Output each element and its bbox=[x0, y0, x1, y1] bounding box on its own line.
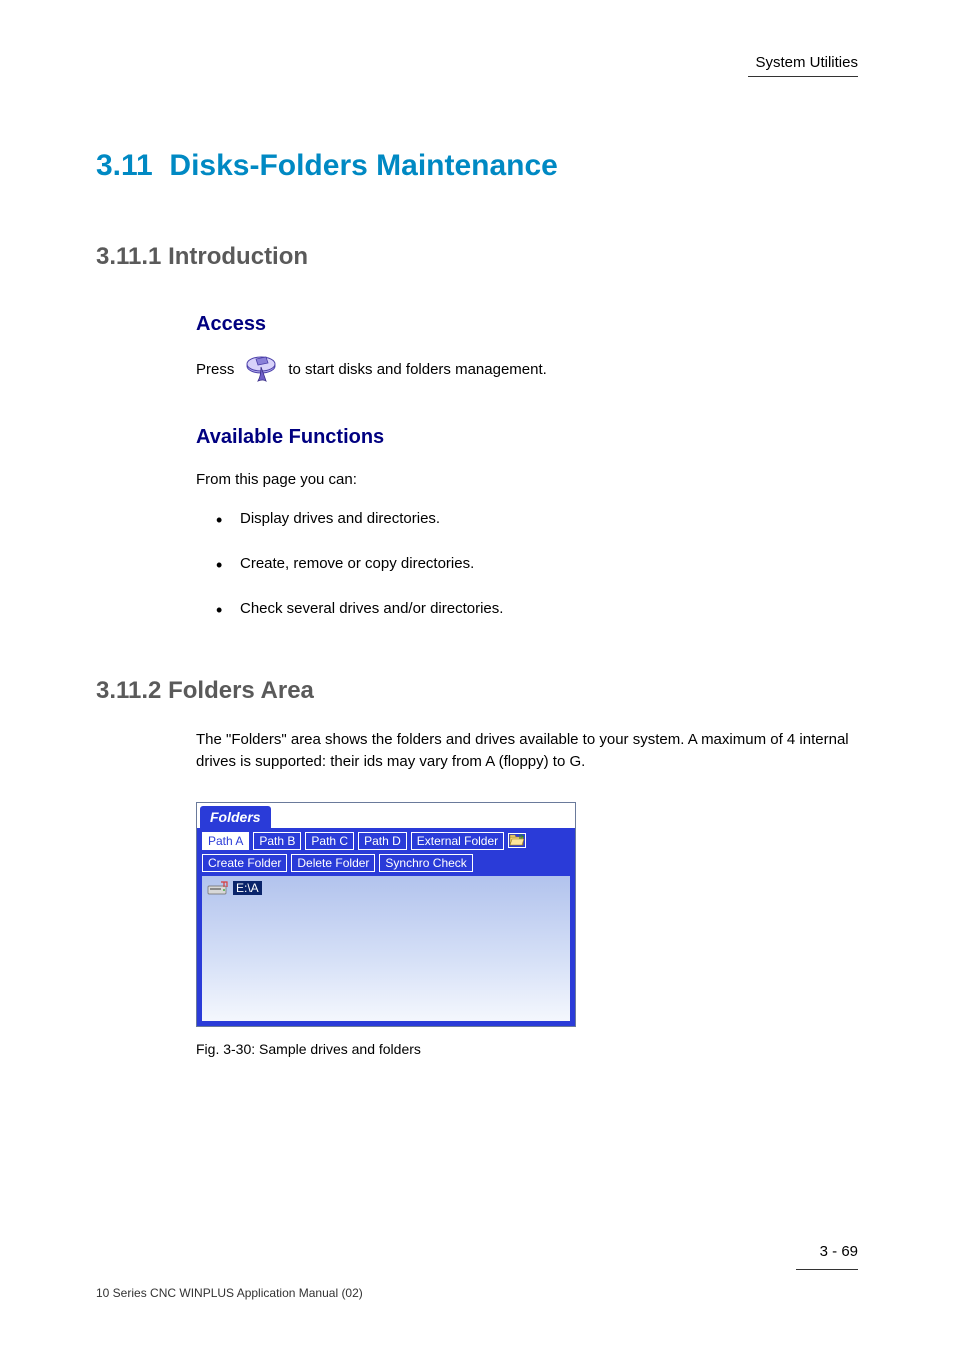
subsection-1-number: 3.11.1 bbox=[96, 243, 161, 270]
page-number: 3 - 69 bbox=[820, 1243, 858, 1260]
folders-area-intro: The "Folders" area shows the folders and… bbox=[196, 729, 858, 774]
folders-panel: Folders Path A Path B Path C Path D Exte… bbox=[196, 802, 576, 1027]
access-text-before: Press bbox=[196, 361, 234, 378]
path-button-row: Path A Path B Path C Path D External Fol… bbox=[202, 832, 570, 850]
action-button-row: Create Folder Delete Folder Synchro Chec… bbox=[202, 854, 570, 872]
list-item: Check several drives and/or directories. bbox=[216, 600, 858, 617]
functions-list: Display drives and directories. Create, … bbox=[216, 510, 858, 617]
header-section-name: System Utilities bbox=[755, 54, 858, 71]
access-instruction: Press to start disks and folders managem… bbox=[196, 354, 858, 384]
functions-heading: Available Functions bbox=[196, 426, 858, 449]
subsection-1-heading: 3.11.1 Introduction bbox=[96, 243, 858, 271]
folder-listing-area[interactable]: E:\A bbox=[202, 876, 570, 1021]
drive-label: E:\A bbox=[233, 881, 262, 895]
footer-copyright: 10 Series CNC WINPLUS Application Manual… bbox=[96, 1286, 363, 1300]
section-number: 3.11 bbox=[96, 149, 153, 182]
figure-caption: Fig. 3-30: Sample drives and folders bbox=[196, 1041, 858, 1057]
section-title: Disks-Folders Maintenance bbox=[169, 149, 557, 182]
subsection-2-heading: 3.11.2 Folders Area bbox=[96, 677, 858, 705]
drive-icon bbox=[207, 880, 229, 896]
folders-tab[interactable]: Folders bbox=[200, 806, 271, 828]
section-heading: 3.11 Disks-Folders Maintenance bbox=[96, 149, 858, 183]
list-item: Create, remove or copy directories. bbox=[216, 555, 858, 572]
subsection-2-title: Folders Area bbox=[168, 677, 314, 704]
header-underline bbox=[748, 76, 858, 77]
create-folder-button[interactable]: Create Folder bbox=[202, 854, 287, 872]
path-c-button[interactable]: Path C bbox=[305, 832, 354, 850]
external-folder-button[interactable]: External Folder bbox=[411, 832, 504, 850]
folders-panel-body: Path A Path B Path C Path D External Fol… bbox=[197, 828, 575, 1026]
subsection-2-number: 3.11.2 bbox=[96, 677, 161, 704]
synchro-check-button[interactable]: Synchro Check bbox=[379, 854, 472, 872]
path-d-button[interactable]: Path D bbox=[358, 832, 407, 850]
functions-intro: From this page you can: bbox=[196, 469, 858, 492]
disk-maintenance-icon bbox=[244, 354, 278, 384]
list-item: Display drives and directories. bbox=[216, 510, 858, 527]
browse-folder-icon-button[interactable] bbox=[508, 833, 526, 848]
access-text-after: to start disks and folders management. bbox=[288, 361, 546, 378]
path-a-button[interactable]: Path A bbox=[202, 832, 249, 850]
folders-tab-row: Folders bbox=[197, 803, 575, 828]
delete-folder-button[interactable]: Delete Folder bbox=[291, 854, 375, 872]
footer-underline bbox=[796, 1269, 858, 1270]
access-heading: Access bbox=[196, 313, 858, 336]
path-b-button[interactable]: Path B bbox=[253, 832, 301, 850]
drive-row[interactable]: E:\A bbox=[207, 880, 565, 896]
subsection-1-title: Introduction bbox=[168, 243, 308, 270]
